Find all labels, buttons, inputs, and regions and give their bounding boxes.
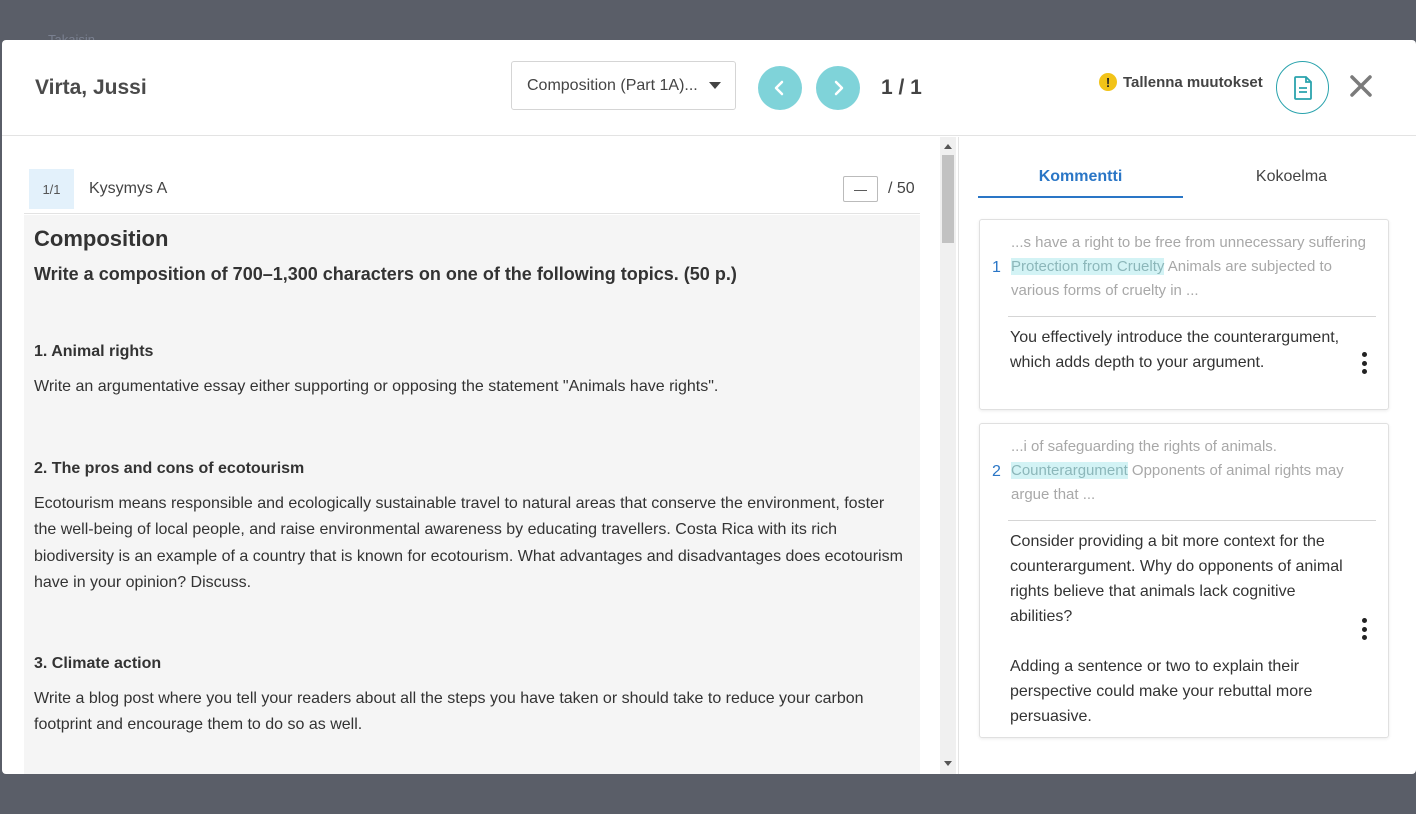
tab-comment[interactable]: Kommentti xyxy=(978,168,1183,198)
composition-title: Composition xyxy=(34,226,169,251)
comment-number: 2 xyxy=(992,463,1001,480)
topic-body: Write a blog post where you tell your re… xyxy=(34,689,864,734)
comment-text: You effectively introduce the counterarg… xyxy=(1010,329,1340,371)
comment-divider xyxy=(1008,520,1376,521)
max-score: / 50 xyxy=(888,180,915,197)
question-content: Composition Write a composition of 700–1… xyxy=(24,215,920,774)
comment-card[interactable]: 2 ...i of safeguarding the rights of ani… xyxy=(979,423,1389,738)
question-label: Kysymys A xyxy=(89,180,168,197)
question-number-badge: 1/1 xyxy=(29,169,74,209)
score-input[interactable]: — xyxy=(843,176,878,202)
document-icon xyxy=(1293,75,1312,100)
student-name: Virta, Jussi xyxy=(35,76,147,99)
more-options-icon[interactable] xyxy=(1360,618,1368,640)
assignment-select[interactable]: Composition (Part 1A)... xyxy=(511,61,736,110)
assignment-select-value: Composition (Part 1A)... xyxy=(527,76,698,94)
answer-counter: 1 / 1 xyxy=(881,76,922,99)
chevron-left-icon xyxy=(774,80,784,96)
composition-instructions: Write a composition of 700–1,300 charact… xyxy=(34,264,737,284)
topic-heading: 2. The pros and cons of ecotourism xyxy=(34,459,305,477)
topic-heading: 3. Climate action xyxy=(34,654,162,672)
content-scrollbar[interactable] xyxy=(940,137,956,774)
comments-panel: Kommentti Kokoelma 1 ...s have a right t… xyxy=(958,137,1416,774)
comment-card[interactable]: 1 ...s have a right to be free from unne… xyxy=(979,219,1389,410)
grading-modal: Virta, Jussi Composition (Part 1A)... 1 … xyxy=(2,40,1416,774)
previous-button[interactable] xyxy=(758,66,802,110)
comment-quote: ...s have a right to be free from unnece… xyxy=(1011,234,1366,299)
topic-body: Write an argumentative essay either supp… xyxy=(34,378,719,395)
tab-collection[interactable]: Kokoelma xyxy=(1189,168,1394,186)
more-options-icon[interactable] xyxy=(1360,352,1368,374)
topic-heading: 1. Animal rights xyxy=(34,343,154,360)
modal-header: Virta, Jussi Composition (Part 1A)... 1 … xyxy=(2,40,1416,136)
chevron-right-icon xyxy=(834,80,844,96)
document-button[interactable] xyxy=(1276,61,1329,114)
topic-body: Ecotourism means responsible and ecologi… xyxy=(34,494,903,592)
comment-text: Consider providing a bit more context fo… xyxy=(1010,533,1343,625)
question-bar: 1/1 Kysymys A — / 50 xyxy=(24,169,920,214)
scroll-up-arrow-icon[interactable] xyxy=(944,144,952,149)
comment-text-continued: Adding a sentence or two to explain thei… xyxy=(1010,658,1313,725)
save-changes-label: Tallenna muutokset xyxy=(1123,73,1263,91)
scroll-down-arrow-icon[interactable] xyxy=(944,761,952,766)
save-changes-link[interactable]: ! Tallenna muutokset xyxy=(1099,73,1263,91)
scrollbar-thumb[interactable] xyxy=(942,155,954,243)
warning-icon: ! xyxy=(1099,73,1117,91)
comment-quote: ...i of safeguarding the rights of anima… xyxy=(1011,438,1344,503)
quote-highlight: Protection from Cruelty xyxy=(1011,258,1165,275)
close-button[interactable] xyxy=(1348,73,1374,99)
next-button[interactable] xyxy=(816,66,860,110)
question-panel: 1/1 Kysymys A — / 50 Composition Write a… xyxy=(2,137,957,774)
comment-divider xyxy=(1008,316,1376,317)
comment-number: 1 xyxy=(992,259,1001,276)
chevron-down-icon xyxy=(709,82,721,89)
quote-highlight: Counterargument xyxy=(1011,462,1128,479)
close-icon xyxy=(1350,75,1372,97)
